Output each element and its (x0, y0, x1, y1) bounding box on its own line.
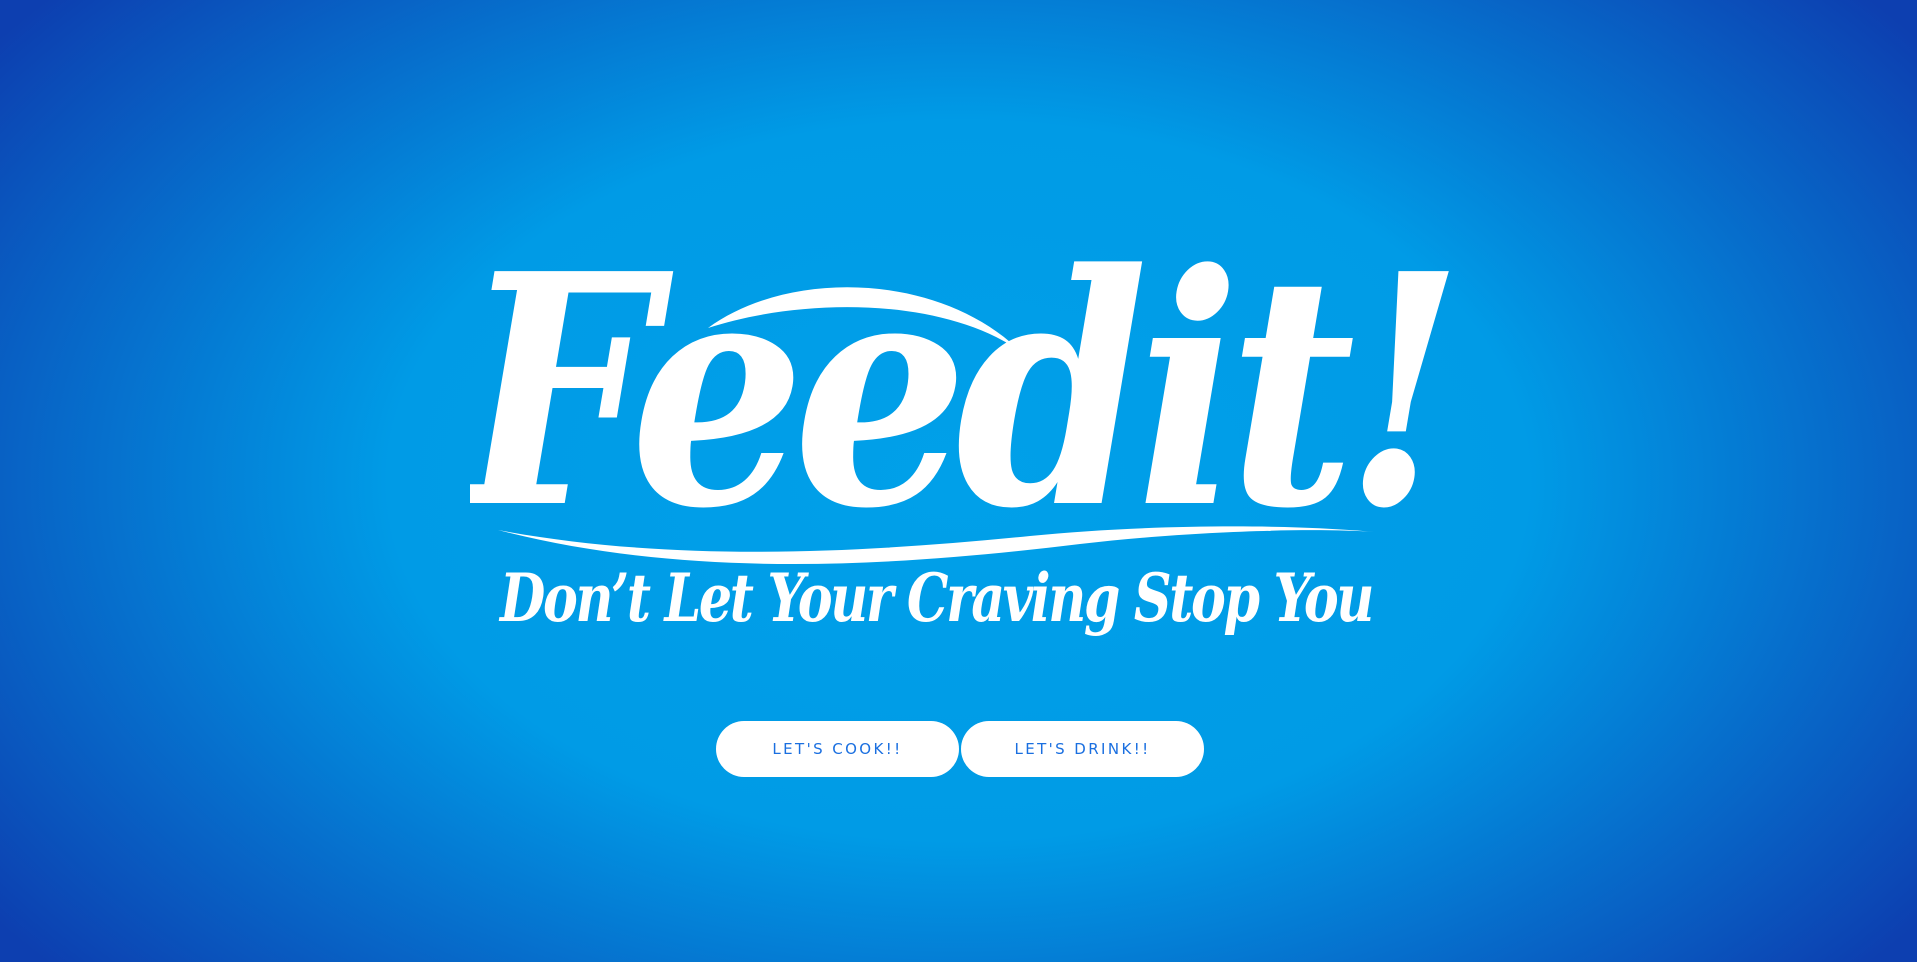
logo-graphic: Feedit! Don’t Let Your Craving Stop You (470, 228, 1450, 637)
action-buttons: LET'S COOK!! LET'S DRINK!! (716, 721, 1204, 777)
lets-cook-button[interactable]: LET'S COOK!! (716, 721, 959, 777)
logo-wordmark: Feedit! (470, 228, 1450, 578)
feedit-logo: Feedit! Don’t Let Your Craving Stop You (470, 228, 1450, 668)
lets-drink-button[interactable]: LET'S DRINK!! (961, 721, 1204, 777)
logo-tagline: Don’t Let Your Craving Stop You (498, 559, 1372, 637)
